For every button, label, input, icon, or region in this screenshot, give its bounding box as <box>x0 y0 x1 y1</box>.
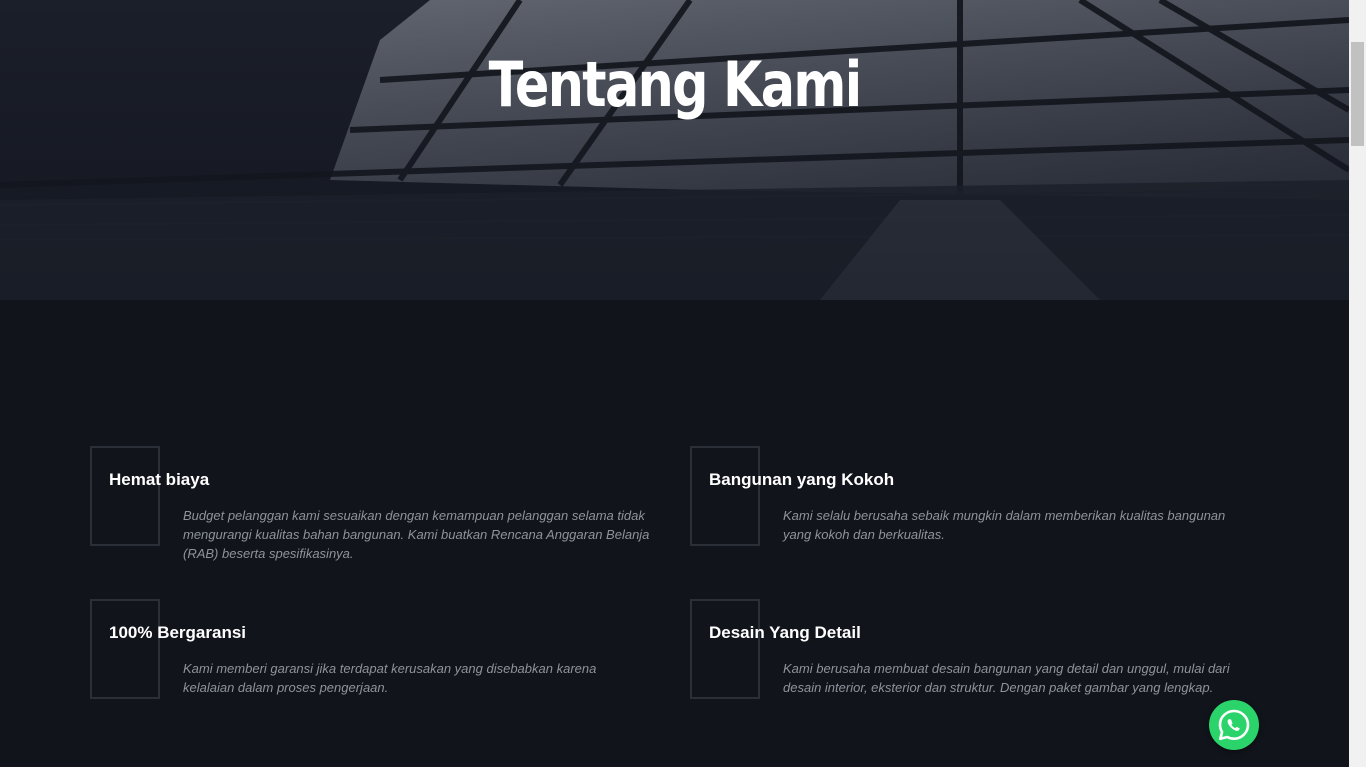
feature-frame <box>690 599 760 699</box>
feature-frame <box>690 446 760 546</box>
scrollbar[interactable] <box>1349 0 1366 767</box>
feature-title: 100% Bergaransi <box>109 623 247 642</box>
hero-banner: Tentang Kami <box>0 0 1349 300</box>
feature-title: Hemat biaya <box>109 470 210 489</box>
page: Tentang Kami Hemat biaya Budget pelangga… <box>0 0 1366 767</box>
feature-frame <box>90 446 160 546</box>
feature-title: Bangunan yang Kokoh <box>709 470 895 489</box>
feature-frame <box>90 599 160 699</box>
feature-item: Bangunan yang Kokoh Kami selalu berusaha… <box>690 446 1270 566</box>
hero-background-image <box>0 0 1349 300</box>
page-title: Tentang Kami <box>488 48 863 121</box>
feature-item: Desain Yang Detail Kami berusaha membuat… <box>690 599 1270 719</box>
feature-description: Kami selalu berusaha sebaik mungkin dala… <box>783 508 1226 542</box>
whatsapp-button[interactable] <box>1209 700 1259 750</box>
feature-description: Kami berusaha membuat desain bangunan ya… <box>783 661 1230 695</box>
feature-description: Budget pelanggan kami sesuaikan dengan k… <box>183 508 650 561</box>
scrollbar-thumb[interactable] <box>1351 42 1364 146</box>
whatsapp-icon <box>1218 709 1250 741</box>
feature-item: Hemat biaya Budget pelanggan kami sesuai… <box>90 446 670 566</box>
feature-title: Desain Yang Detail <box>709 623 861 642</box>
feature-item: 100% Bergaransi Kami memberi garansi jik… <box>90 599 670 719</box>
feature-description: Kami memberi garansi jika terdapat kerus… <box>183 661 597 695</box>
